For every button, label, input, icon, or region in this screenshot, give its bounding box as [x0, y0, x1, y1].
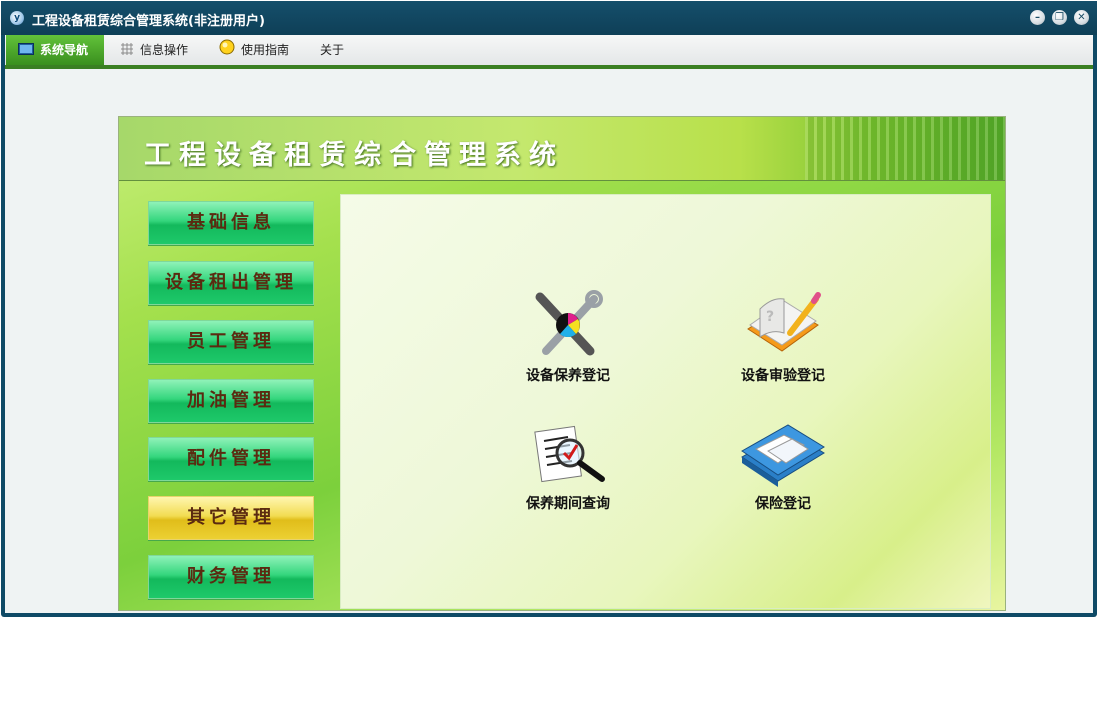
- function-maintenance-registration[interactable]: 设备保养登记: [508, 289, 628, 385]
- app-window: y 工程设备租赁综合管理系统(非注册用户) – ❐ ✕ 系统导航 信息操作 使用…: [1, 1, 1097, 617]
- magnifier-document-icon: [534, 425, 605, 483]
- main-content: 工程设备租赁综合管理系统 基础信息 设备租出管理 员工管理 加油管理 配件管理 …: [5, 69, 1093, 613]
- svg-text:?: ?: [766, 309, 774, 325]
- monitor-icon: [18, 36, 34, 66]
- function-label: 设备审验登记: [741, 368, 825, 384]
- function-insurance-registration[interactable]: 保险登记: [723, 423, 843, 513]
- minimize-icon[interactable]: –: [1030, 10, 1045, 25]
- menu-item-label: 关于: [320, 43, 345, 57]
- menu-bar: 系统导航 信息操作 使用指南 关于: [5, 35, 1093, 65]
- lightbulb-icon: [219, 36, 235, 66]
- sidebar-button-parts[interactable]: 配件管理: [148, 437, 314, 481]
- sidebar-button-basic-info[interactable]: 基础信息: [148, 201, 314, 245]
- navigation-panel: 工程设备租赁综合管理系统 基础信息 设备租出管理 员工管理 加油管理 配件管理 …: [118, 116, 1006, 611]
- title-bar[interactable]: y 工程设备租赁综合管理系统(非注册用户) – ❐ ✕: [1, 1, 1097, 35]
- function-inspection-registration[interactable]: ? 设备审验登记: [723, 289, 843, 385]
- menu-item-label: 使用指南: [241, 43, 290, 57]
- tools-icon: [535, 290, 603, 356]
- sidebar-button-staff[interactable]: 员工管理: [148, 320, 314, 364]
- panel-header: 工程设备租赁综合管理系统: [119, 117, 1005, 181]
- menu-item-info-ops[interactable]: 信息操作: [120, 35, 188, 65]
- function-area: 设备保养登记 ? 设备审验登记 保养期间查询 保险登记: [340, 194, 991, 609]
- restore-icon[interactable]: ❐: [1052, 10, 1067, 25]
- menu-item-about[interactable]: 关于: [320, 35, 344, 65]
- function-label: 设备保养登记: [526, 368, 610, 384]
- sidebar-button-other[interactable]: 其它管理: [148, 496, 314, 540]
- menu-item-label: 系统导航: [40, 43, 89, 57]
- function-label: 保养期间查询: [526, 496, 610, 512]
- sidebar-button-equipment-rental[interactable]: 设备租出管理: [148, 261, 314, 305]
- header-decoration: [805, 117, 1005, 180]
- panel-title: 工程设备租赁综合管理系统: [144, 140, 564, 171]
- app-logo-icon: y: [10, 11, 24, 25]
- menu-item-user-guide[interactable]: 使用指南: [219, 35, 289, 65]
- window-title: 工程设备租赁综合管理系统(非注册用户): [32, 14, 265, 29]
- grid-icon: [120, 36, 134, 66]
- close-icon[interactable]: ✕: [1074, 10, 1089, 25]
- function-label: 保险登记: [755, 496, 811, 512]
- notebook-pencil-icon: ?: [747, 292, 821, 352]
- books-icon: [741, 424, 825, 487]
- sidebar-button-finance[interactable]: 财务管理: [148, 555, 314, 599]
- sidebar-button-refuel[interactable]: 加油管理: [148, 379, 314, 423]
- menu-item-label: 信息操作: [140, 43, 189, 57]
- function-maintenance-query[interactable]: 保养期间查询: [508, 423, 628, 513]
- menu-item-system-nav[interactable]: 系统导航: [6, 35, 104, 65]
